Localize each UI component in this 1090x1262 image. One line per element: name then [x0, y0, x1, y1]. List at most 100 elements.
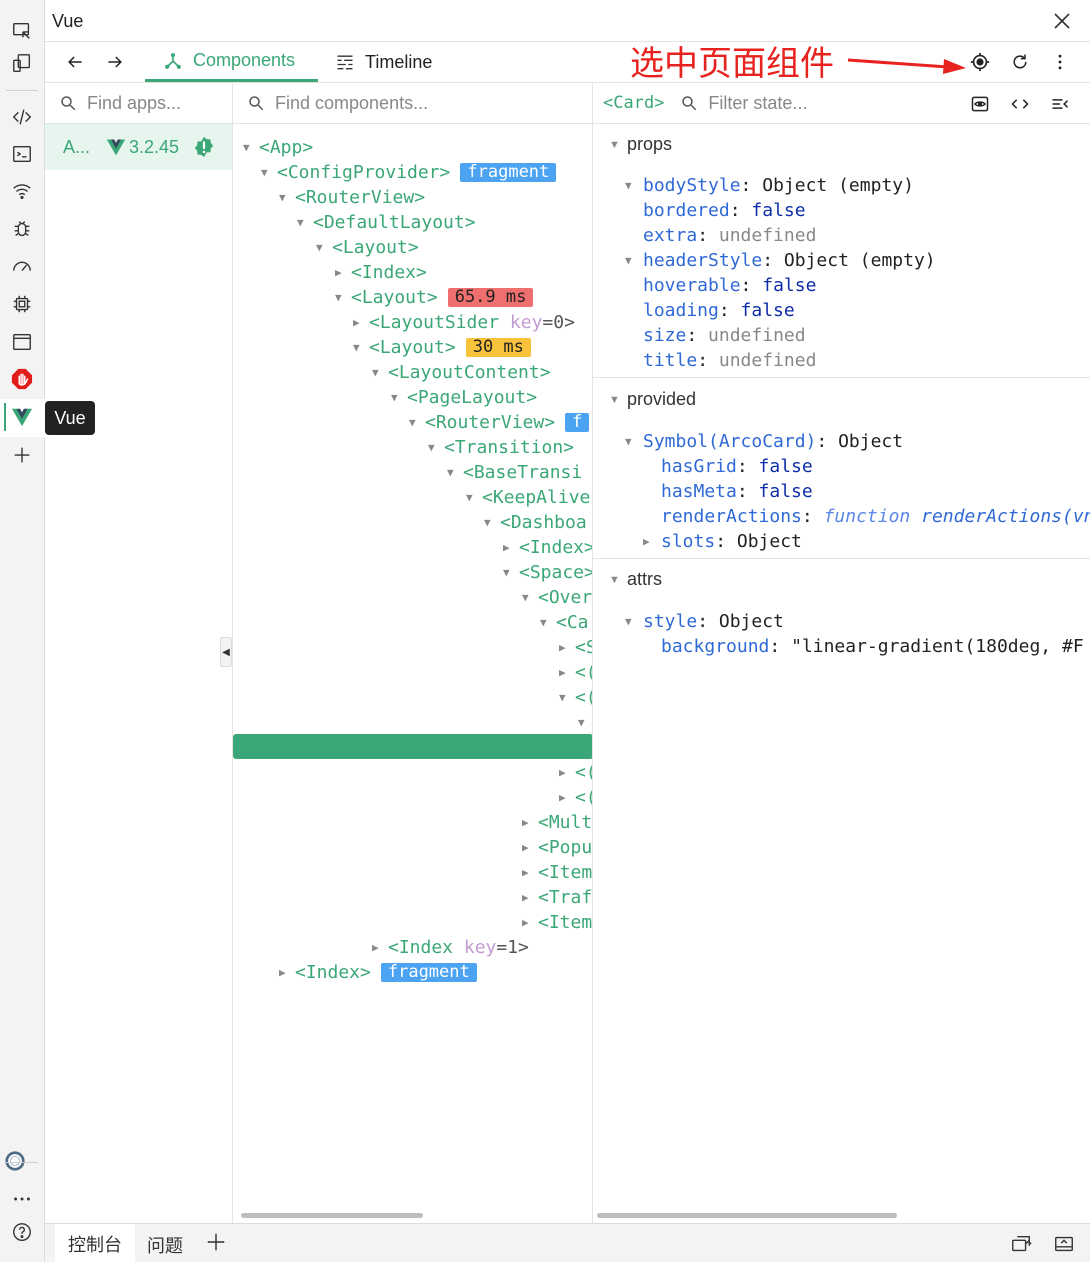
tree-node[interactable]: ▼ <DefaultLayout>	[297, 210, 476, 235]
dock-drawer-icon[interactable]	[1010, 1233, 1032, 1260]
tree-node[interactable]: ▼<(	[559, 685, 592, 710]
search-icon	[682, 96, 697, 111]
state-filter-input[interactable]: Filter state...	[708, 93, 807, 114]
prop-row[interactable]: ▼ Symbol(ArcoCard): Object	[625, 429, 903, 454]
components-search-input[interactable]: Find components...	[275, 93, 428, 114]
refresh-icon[interactable]	[1008, 50, 1032, 74]
tree-node[interactable]: ▼ <Transition>	[428, 435, 574, 460]
adblock-stop-hand-icon[interactable]	[9, 366, 35, 392]
application-window-icon[interactable]	[9, 329, 35, 355]
tree-node[interactable]: ▶ <Mult	[522, 810, 592, 835]
tree-node[interactable]: ▼ <Dashboa	[484, 510, 587, 535]
tree-node[interactable]: ▼ <ConfigProvider> fragment	[261, 160, 557, 185]
prop-row[interactable]: renderActions: function renderActions(vn…	[661, 504, 1090, 529]
back-arrow-icon[interactable]	[63, 50, 87, 74]
search-icon	[249, 96, 264, 111]
state-horizontal-scrollbar[interactable]	[597, 1213, 897, 1218]
tree-node[interactable]: ▶ <Index key=1>	[372, 935, 529, 960]
tree-horizontal-scrollbar[interactable]	[241, 1213, 423, 1218]
tree-node[interactable]: ▼ <Layout>	[316, 235, 419, 260]
section-props[interactable]: ▼ props	[609, 134, 672, 155]
tree-node[interactable]: ▶ <Index> fragment	[279, 960, 477, 985]
tree-node[interactable]: ▶ <LayoutSider key=0>	[353, 310, 575, 335]
prop-row[interactable]: title: undefined	[643, 348, 816, 373]
tree-node[interactable]: ▼ <Ca	[540, 610, 589, 635]
prop-row[interactable]: loading: false	[643, 298, 795, 323]
prop-row[interactable]: ▶ slots: Object	[643, 529, 802, 554]
perf-time-badge: 30 ms	[465, 338, 531, 357]
prop-row[interactable]: ▼ headerStyle: Object (empty)	[625, 248, 936, 273]
selected-component-name: <Card>	[603, 93, 665, 113]
expand-drawer-icon[interactable]	[1053, 1233, 1075, 1260]
prop-row[interactable]: hasGrid: false	[661, 454, 813, 479]
app-list-item[interactable]: A... 3.2.45	[45, 124, 232, 170]
apps-search: Find apps...	[45, 83, 232, 124]
collapse-apps-chevron-icon[interactable]: ◀	[220, 637, 232, 667]
prop-row[interactable]: hasMeta: false	[661, 479, 813, 504]
copilot-ring-icon[interactable]	[2, 1148, 28, 1174]
apps-search-input[interactable]: Find apps...	[87, 93, 181, 114]
vue-devtools-icon[interactable]	[9, 404, 35, 430]
selected-tree-row[interactable]	[233, 734, 592, 759]
prop-row[interactable]: extra: undefined	[643, 223, 816, 248]
tree-node[interactable]: ▶ <Item	[522, 910, 592, 935]
prop-row[interactable]: bordered: false	[643, 198, 806, 223]
prop-row[interactable]: ▼ bodyStyle: Object (empty)	[625, 173, 914, 198]
drawer-tab-issues[interactable]: 问题	[147, 1232, 183, 1258]
tree-node[interactable]: ▶ <Traf	[522, 885, 592, 910]
tree-node[interactable]: ▶<(	[559, 760, 592, 785]
section-provided[interactable]: ▼ provided	[609, 389, 696, 410]
panel-title-bar: Vue	[45, 0, 1090, 42]
tree-node[interactable]: ▼ <LayoutContent>	[372, 360, 551, 385]
tree-node[interactable]: ▶<(	[559, 785, 592, 810]
more-tools-ellipsis-icon[interactable]	[9, 1186, 35, 1212]
prop-row[interactable]: hoverable: false	[643, 273, 816, 298]
tab-components-label: Components	[193, 50, 296, 70]
tree-node[interactable]: ▼ <BaseTransi	[447, 460, 582, 485]
performance-gauge-icon[interactable]	[9, 253, 35, 279]
scroll-to-component-eye-icon[interactable]	[968, 92, 992, 116]
console-icon[interactable]	[9, 141, 35, 167]
memory-chip-icon[interactable]	[9, 291, 35, 317]
tab-components[interactable]: Components	[145, 42, 318, 82]
forward-arrow-icon[interactable]	[103, 50, 127, 74]
add-drawer-tab-plus-icon[interactable]	[205, 1231, 227, 1258]
prop-row[interactable]: ▼ style: Object	[625, 609, 784, 634]
tree-node[interactable]: ▶ <Index>	[335, 260, 427, 285]
open-in-editor-code-icon[interactable]	[1008, 92, 1032, 116]
tree-node[interactable]: ▼ <RouterView> f	[409, 410, 590, 435]
tree-node[interactable]: ▶ <Index>	[503, 535, 592, 560]
tree-node[interactable]: ▼ <Layout> 65.9 ms	[335, 285, 534, 310]
tree-node[interactable]: ▶ <Popu	[522, 835, 592, 860]
network-wifi-icon[interactable]	[9, 178, 35, 204]
components-search: Find components...	[233, 83, 592, 124]
device-emulation-icon[interactable]	[9, 50, 35, 76]
tree-node[interactable]: ▼ <RouterView>	[279, 185, 425, 210]
section-attrs[interactable]: ▼ attrs	[609, 569, 662, 590]
tree-node[interactable]: ▼ <Space>	[503, 560, 592, 585]
tree-node[interactable]: ▼ <Over	[522, 585, 592, 610]
debugger-bug-icon[interactable]	[9, 216, 35, 242]
state-inspector-panel: <Card> Filter state... ▼ props ▼ bodyStyle…	[593, 83, 1090, 1223]
add-tool-plus-icon[interactable]	[9, 442, 35, 468]
inspect-element-icon[interactable]	[9, 18, 35, 44]
drawer-tab-console[interactable]: 控制台	[55, 1224, 135, 1262]
close-icon[interactable]	[1050, 9, 1074, 33]
tree-node[interactable]: ▶<(	[559, 660, 592, 685]
tree-node[interactable]: ▼	[578, 710, 592, 735]
tree-node[interactable]: ▼ <PageLayout>	[391, 385, 537, 410]
tab-timeline[interactable]: Timeline	[335, 42, 465, 82]
help-question-icon[interactable]	[9, 1219, 35, 1245]
tree-node[interactable]: ▼ <Layout> 30 ms	[353, 335, 531, 360]
prop-row[interactable]: background: "linear-gradient(180deg, #F	[661, 634, 1084, 659]
more-options-icon[interactable]	[1048, 50, 1072, 74]
elements-code-icon[interactable]	[9, 104, 35, 130]
select-component-in-page-icon[interactable]	[968, 50, 992, 74]
expand-collapse-list-icon[interactable]	[1048, 92, 1072, 116]
tree-node[interactable]: ▶ <Item	[522, 860, 592, 885]
tree-node[interactable]: ▼ <App>	[243, 135, 313, 160]
prop-row[interactable]: size: undefined	[643, 323, 806, 348]
tree-node[interactable]: ▼ <KeepAlive	[466, 485, 590, 510]
apps-panel: Find apps... A... 3.2.45	[45, 83, 233, 1223]
tree-node[interactable]: ▶<S	[559, 635, 592, 660]
